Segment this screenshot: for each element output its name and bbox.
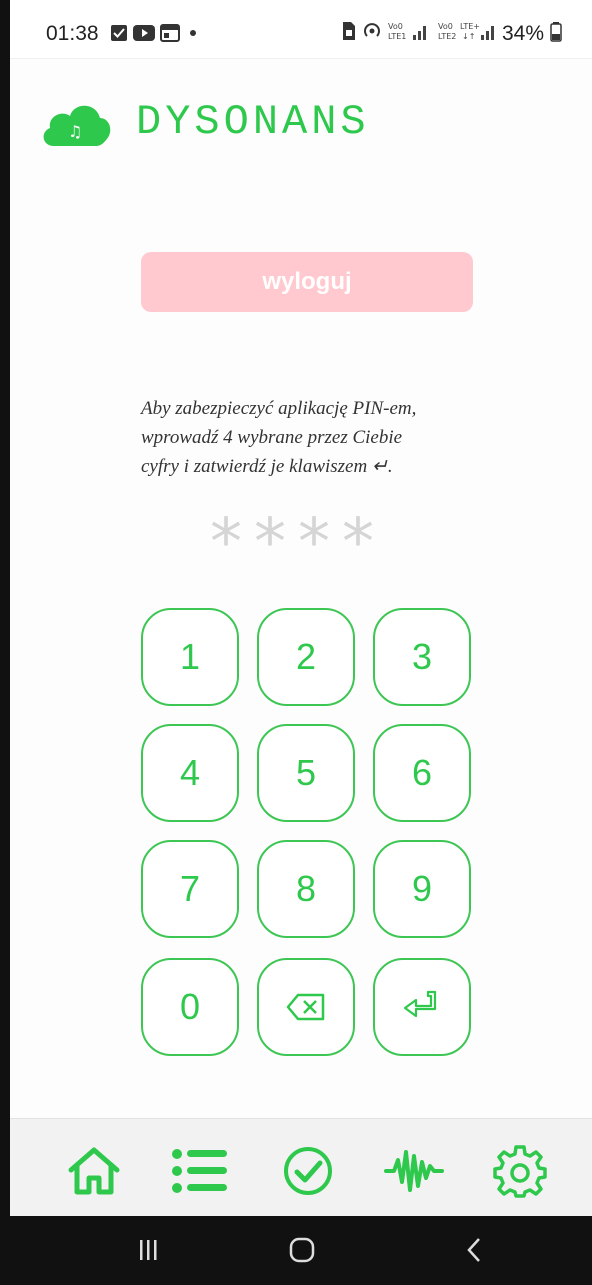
status-system-icons: Vo0 LTE1 Vo0 LTE2 LTE+ ↓↑ [340, 20, 498, 42]
dot-icon [190, 30, 196, 36]
pin-dot-1: * [210, 506, 242, 580]
svg-text:LTE2: LTE2 [438, 32, 456, 41]
key-1[interactable]: 1 [141, 608, 239, 706]
status-notification-icons [110, 24, 201, 42]
instructions-line-1: Aby zabezpieczyć aplikację PIN-em, [141, 398, 417, 419]
app-logo: ♫ [40, 96, 112, 148]
pin-dot-3: * [298, 506, 330, 580]
pin-instructions: Aby zabezpieczyć aplikację PIN-em, wprow… [141, 394, 501, 481]
window-icon [160, 24, 180, 42]
nav-audio[interactable] [384, 1141, 444, 1201]
key-9[interactable]: 9 [373, 840, 471, 938]
svg-text:♫: ♫ [68, 122, 82, 141]
nav-completed[interactable] [278, 1141, 338, 1201]
key-4[interactable]: 4 [141, 724, 239, 822]
svg-text:LTE1: LTE1 [388, 32, 406, 41]
system-navigation-bar [10, 1216, 592, 1285]
instructions-line-3: cyfry i zatwierdź je klawiszem ↵. [141, 456, 393, 477]
recent-apps-button[interactable] [128, 1234, 168, 1266]
enter-key[interactable] [373, 958, 471, 1056]
back-icon [467, 1238, 480, 1262]
volte1-signal-icon: Vo0LTE1 [388, 22, 426, 41]
nav-list[interactable] [170, 1141, 230, 1201]
pin-dot-4: * [342, 506, 374, 580]
key-5[interactable]: 5 [257, 724, 355, 822]
home-icon [289, 1237, 315, 1263]
pin-dot-2: * [254, 506, 286, 580]
app-brand-name: DYSONANS [136, 98, 370, 146]
svg-text:↓↑: ↓↑ [462, 32, 475, 41]
check-circle-icon [284, 1147, 332, 1195]
cloud-music-icon: ♫ [43, 105, 111, 146]
nav-settings[interactable] [490, 1141, 550, 1201]
key-3[interactable]: 3 [373, 608, 471, 706]
settings-icon [493, 1145, 547, 1198]
status-bar: 01:38 Vo0 LTE1 Vo0 LTE2 LTE+ ↓↑ 34% [10, 0, 592, 59]
instructions-line-2: wprowadź 4 wybrane przez Ciebie [141, 427, 403, 448]
volte2-lte-signal-icon: Vo0LTE2 LTE+↓↑ [438, 22, 494, 41]
bottom-navigation [10, 1118, 592, 1217]
svg-text:LTE+: LTE+ [460, 22, 480, 31]
backspace-key[interactable] [257, 958, 355, 1056]
app-screen: 01:38 Vo0 LTE1 Vo0 LTE2 LTE+ ↓↑ 34% ♫ DYSONA… [10, 0, 592, 1285]
enter-icon [403, 990, 437, 1018]
home-icon [68, 1147, 120, 1195]
waveform-icon [384, 1150, 444, 1192]
battery-label: 34% [502, 22, 545, 45]
key-8[interactable]: 8 [257, 840, 355, 938]
pin-display: * * * * [210, 506, 410, 580]
key-0[interactable]: 0 [141, 958, 239, 1056]
key-6[interactable]: 6 [373, 724, 471, 822]
backspace-icon [286, 993, 325, 1021]
nav-home[interactable] [64, 1141, 124, 1201]
youtube-icon [133, 25, 155, 41]
hotspot-icon [364, 23, 380, 37]
key-2[interactable]: 2 [257, 608, 355, 706]
logout-button[interactable]: wyloguj [141, 252, 473, 312]
recent-apps-icon [140, 1240, 157, 1260]
svg-text:Vo0: Vo0 [438, 22, 453, 31]
key-7[interactable]: 7 [141, 840, 239, 938]
status-time: 01:38 [46, 22, 99, 45]
back-button[interactable] [454, 1234, 494, 1266]
battery-icon [550, 22, 562, 42]
battery-percent: 34% [502, 22, 562, 46]
checkbox-icon [111, 25, 127, 41]
sim-icon [343, 22, 355, 40]
system-home-button[interactable] [282, 1234, 322, 1266]
svg-text:Vo0: Vo0 [388, 22, 403, 31]
list-icon [172, 1149, 227, 1193]
device-frame [0, 0, 10, 1285]
